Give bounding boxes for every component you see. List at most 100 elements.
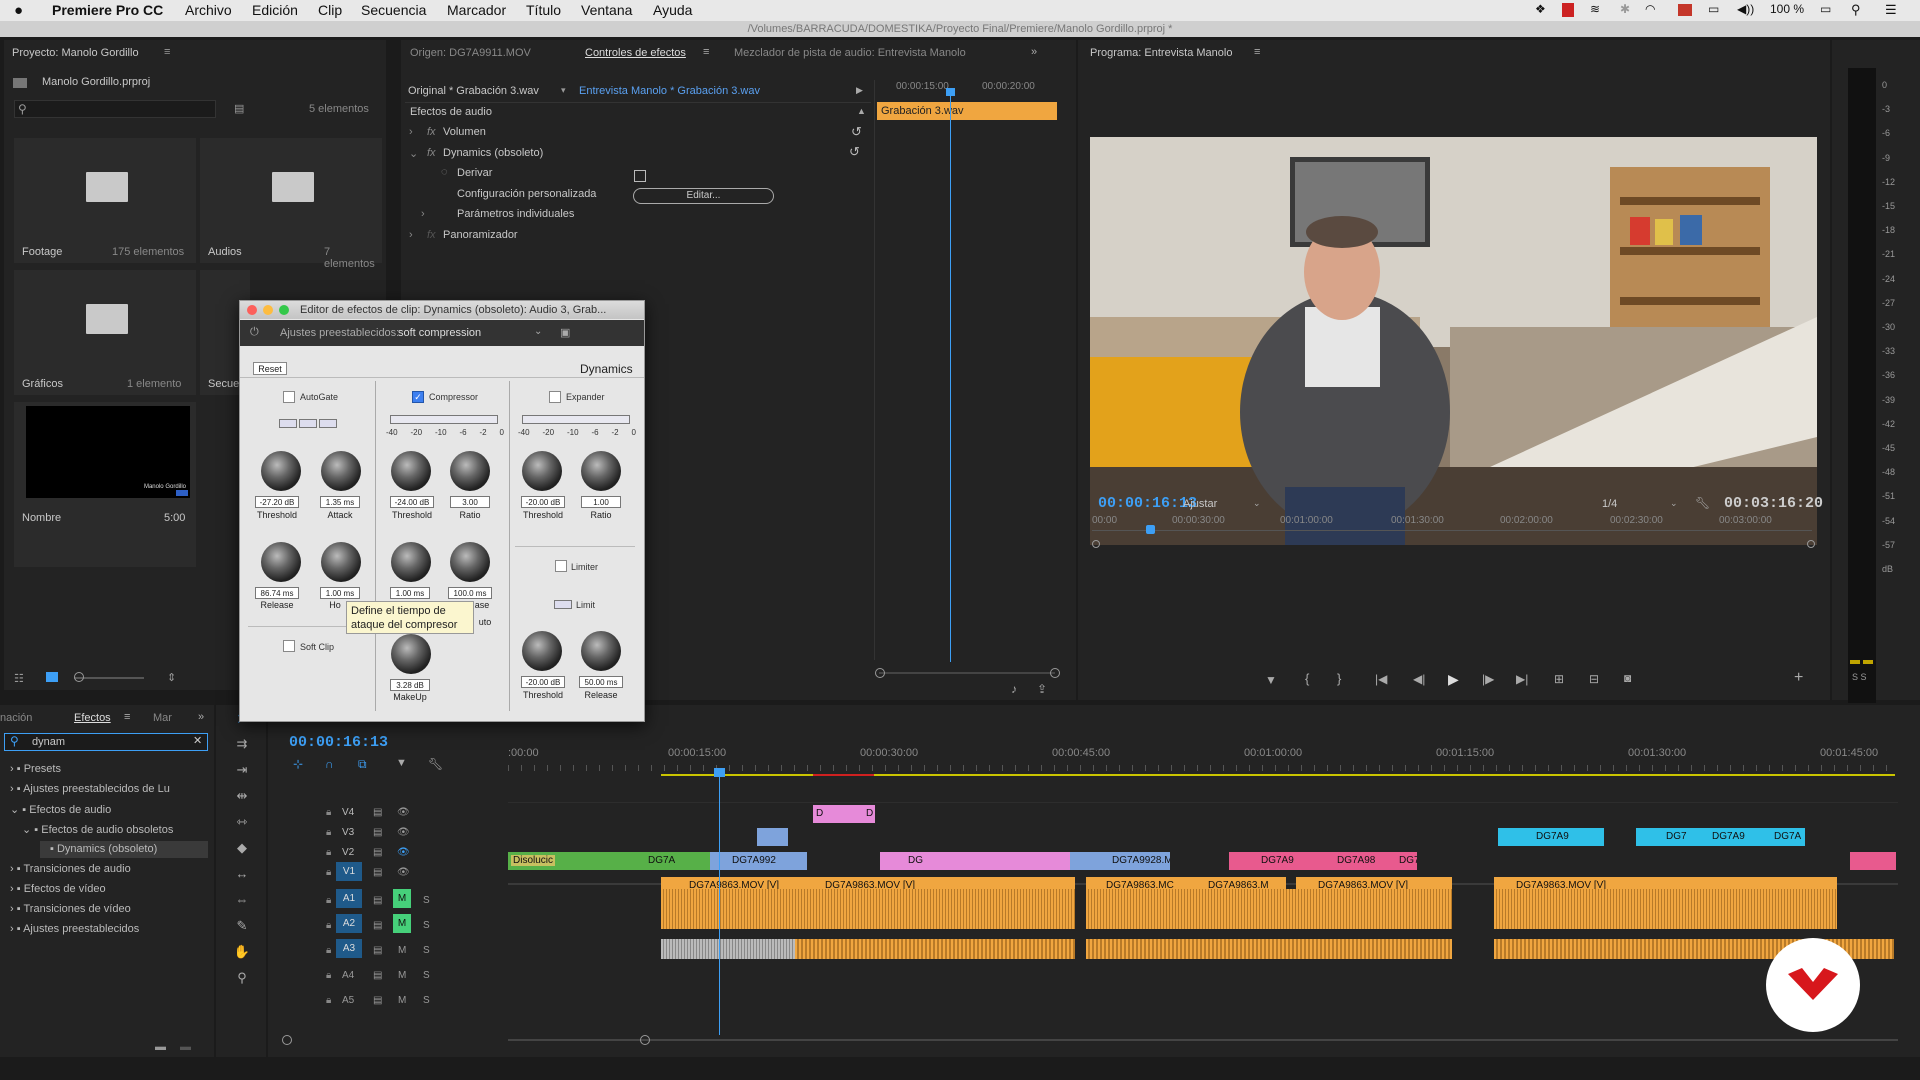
app-menu[interactable]: Premiere Pro CC xyxy=(52,2,163,18)
spotlight-icon[interactable]: ⚲ xyxy=(1851,2,1861,18)
chevron-down-icon[interactable]: ⌄ xyxy=(1253,498,1261,509)
clip-v2-e[interactable]: DG7A9 xyxy=(1229,852,1309,870)
ec-zoom-handle-right[interactable] xyxy=(1050,668,1060,678)
ec-zoom-handle-left[interactable] xyxy=(875,668,885,678)
bypass-icon[interactable]: ◌ xyxy=(441,166,448,178)
scroll-handle-left[interactable] xyxy=(282,1035,292,1045)
track-v3[interactable]: V3 xyxy=(342,827,354,838)
autogate-checkbox[interactable] xyxy=(283,391,295,403)
fx-lumetri-presets[interactable]: › ▪ Ajustes preestablecidos de Lu xyxy=(10,783,170,795)
ripple-edit-tool-icon[interactable]: ⇥ xyxy=(233,761,251,779)
a1-lock-icon[interactable]: 🔒︎ xyxy=(326,895,331,906)
clip-v3-c[interactable]: DG7A9 xyxy=(1700,828,1762,846)
gate-hold-knob[interactable] xyxy=(321,542,361,582)
a5-lock-icon[interactable]: 🔒︎ xyxy=(326,995,331,1006)
exp-ratio-knob[interactable] xyxy=(581,451,621,491)
a2-lock-icon[interactable]: 🔒︎ xyxy=(326,920,331,931)
a2-solo-button[interactable]: S xyxy=(423,920,430,931)
menu-ventana[interactable]: Ventana xyxy=(581,2,632,18)
gate-attack-knob[interactable] xyxy=(321,451,361,491)
original-clip-label[interactable]: Original * Grabación 3.wav xyxy=(408,85,539,97)
fx-video-transitions[interactable]: › ▪ Transiciones de vídeo xyxy=(10,903,131,915)
hand-tool-icon[interactable]: ✋ xyxy=(233,943,251,961)
fx-presets[interactable]: › ▪ Presets xyxy=(10,763,61,775)
a3-mute-button[interactable]: M xyxy=(398,945,406,956)
a1-mute-button[interactable]: M xyxy=(393,889,411,908)
status-tool-icon[interactable]: ≋ xyxy=(1590,2,1600,16)
tab-effects[interactable]: Efectos xyxy=(74,712,111,724)
v1-lock-icon[interactable]: 🔒︎ xyxy=(326,867,331,878)
v2-sync-icon[interactable]: ▤ xyxy=(373,847,382,858)
reset-button[interactable]: Reset xyxy=(253,362,287,375)
clip-v2-b[interactable]: DG7A992 xyxy=(710,852,807,870)
softclip-checkbox[interactable] xyxy=(283,640,295,652)
audio-a3-a[interactable] xyxy=(795,939,1075,959)
audio-a3-selected[interactable] xyxy=(661,939,795,959)
flag-icon[interactable] xyxy=(1678,4,1692,16)
apple-icon[interactable]: ● xyxy=(14,2,23,19)
track-a1[interactable]: A1 xyxy=(336,889,362,908)
camera-icon[interactable]: ◙ xyxy=(1624,671,1631,685)
clip-v3-b[interactable]: DG7 xyxy=(1636,828,1700,846)
new-bin-icon[interactable]: ▤ xyxy=(234,102,244,115)
meter-solo-buttons[interactable]: S S xyxy=(1852,672,1867,682)
add-button-icon[interactable]: + xyxy=(1794,669,1803,687)
gate-release-value[interactable]: 86.74 ms xyxy=(255,587,299,599)
more-tabs-icon[interactable]: » xyxy=(1031,46,1037,58)
ec-zoom-bar[interactable] xyxy=(879,672,1055,674)
project-search-input[interactable] xyxy=(14,100,216,118)
a2-mute-button[interactable]: M xyxy=(393,914,411,933)
comp-makeup-value[interactable]: 3.28 dB xyxy=(390,679,430,691)
v3-sync-icon[interactable]: ▤ xyxy=(373,827,382,838)
status-red-icon[interactable] xyxy=(1562,3,1574,17)
zoom-handle-left[interactable] xyxy=(1092,540,1100,548)
nest-toggle-icon[interactable]: ⊹ xyxy=(293,757,303,771)
comp-makeup-knob[interactable] xyxy=(391,634,431,674)
wrench-icon[interactable]: 🔧︎ xyxy=(1695,496,1710,510)
zoom-slider-handle[interactable] xyxy=(74,672,84,682)
exp-threshold-value[interactable]: -20.00 dB xyxy=(521,496,565,508)
mark-out-icon[interactable]: } xyxy=(1337,671,1341,686)
effect-controls-menu-icon[interactable]: ≡ xyxy=(703,46,709,58)
chevron-down-icon[interactable]: ⌄ xyxy=(1670,498,1678,509)
comp-ratio-knob[interactable] xyxy=(450,451,490,491)
timeline-settings-icon[interactable]: 🔧︎ xyxy=(428,757,443,771)
edit-button[interactable]: Editar... xyxy=(633,188,774,204)
gate-threshold-value[interactable]: -27.20 dB xyxy=(255,496,299,508)
lim-release-knob[interactable] xyxy=(581,631,621,671)
exp-threshold-knob[interactable] xyxy=(522,451,562,491)
v3-eye-icon[interactable]: 👁︎ xyxy=(397,827,410,838)
zoom-tool-icon[interactable]: ⚲ xyxy=(233,969,251,987)
a3-sync-icon[interactable]: ▤ xyxy=(373,945,382,956)
audio-only-icon[interactable]: ♪ xyxy=(1011,682,1017,696)
clip-v3-small[interactable] xyxy=(757,828,788,846)
tab-navigation[interactable]: nación xyxy=(0,712,32,724)
a5-solo-button[interactable]: S xyxy=(423,995,430,1006)
fx-icon[interactable]: fx xyxy=(427,126,436,138)
clip-v2-d[interactable]: DG7A9928.M xyxy=(1070,852,1170,870)
track-a2[interactable]: A2 xyxy=(336,914,362,933)
tab-audio-mixer[interactable]: Mezclador de pista de audio: Entrevista … xyxy=(734,47,966,59)
list-view-icon[interactable]: ☷ xyxy=(14,672,24,685)
v1-sync-icon[interactable]: ▤ xyxy=(373,867,382,878)
fx-audio-effects[interactable]: ⌄ ▪ Efectos de audio xyxy=(10,803,111,816)
chevron-down-icon[interactable]: ▾ xyxy=(561,85,566,96)
sequence-clip-label[interactable]: Entrevista Manolo * Grabación 3.wav xyxy=(579,85,760,97)
slide-tool-icon[interactable]: ⇔ xyxy=(233,891,251,909)
dynamics-effect[interactable]: Dynamics (obsoleto) xyxy=(443,147,543,159)
v4-eye-icon[interactable]: 👁︎ xyxy=(397,807,410,818)
clip-v2-c[interactable]: DG xyxy=(880,852,1070,870)
audio-a1a2-b[interactable] xyxy=(1086,889,1452,929)
v3-lock-icon[interactable]: 🔒︎ xyxy=(326,827,331,838)
clip-v2-a[interactable]: DG7A xyxy=(626,852,710,870)
menu-edicion[interactable]: Edición xyxy=(252,2,298,18)
v2-lock-icon[interactable]: 🔒︎ xyxy=(326,847,331,858)
a4-lock-icon[interactable]: 🔒︎ xyxy=(326,970,331,981)
fx-icon[interactable]: fx xyxy=(427,147,436,159)
comp-attack-knob[interactable] xyxy=(391,542,431,582)
gate-hold-value[interactable]: 1.00 ms xyxy=(320,587,360,599)
individual-params-label[interactable]: Parámetros individuales xyxy=(457,208,574,220)
collapse-dynamics-icon[interactable]: ⌄ xyxy=(409,147,418,160)
timeline-scrollbar[interactable] xyxy=(508,1039,1898,1041)
a3-lock-icon[interactable]: 🔒︎ xyxy=(326,945,331,956)
